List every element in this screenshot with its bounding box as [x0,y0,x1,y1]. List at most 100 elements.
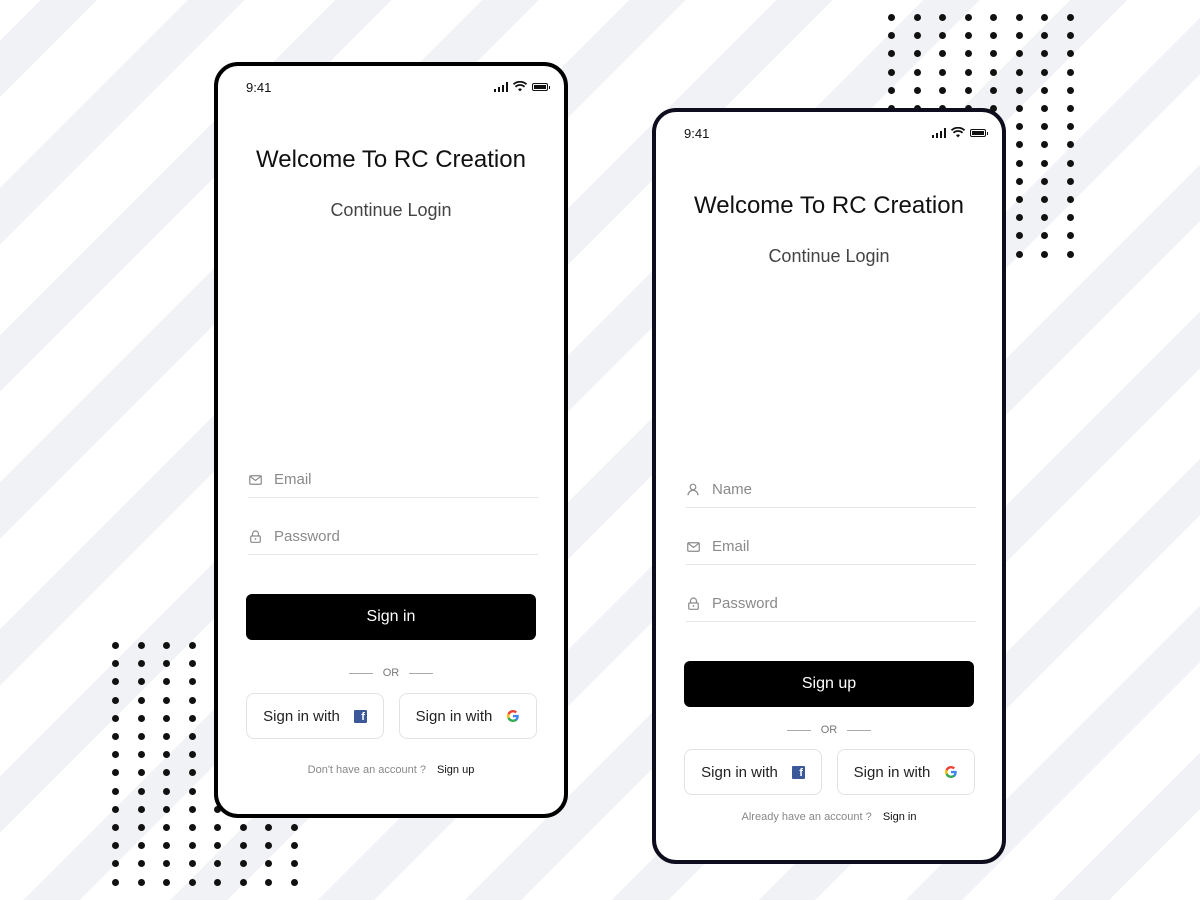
decorative-dot [112,733,119,740]
name-field[interactable] [686,472,976,508]
email-field[interactable] [248,462,538,498]
decorative-dot [163,842,170,850]
decorative-dot [913,86,921,94]
decorative-dot [163,824,170,831]
decorative-dot [1041,14,1048,21]
decorative-dot [163,751,170,759]
sign-up-button[interactable]: Sign up [684,661,974,707]
welcome-title: Welcome To RC Creation [694,192,964,219]
decorative-dot [888,50,895,58]
decorative-dot [163,805,170,813]
decorative-dot [137,751,145,759]
decorative-dot [1015,214,1023,222]
decorative-dot [112,678,119,686]
divider-line [786,729,811,731]
decorative-dot [163,678,170,686]
decorative-dot [990,32,997,40]
decorative-dot [1041,123,1048,131]
decorative-dot [112,751,119,759]
decorative-dot [1015,232,1023,240]
facebook-sign-in-button[interactable]: Sign in with f [684,749,822,795]
facebook-sign-in-button[interactable]: Sign in with f [246,693,384,739]
decorative-dot [1041,177,1048,185]
or-divider: OR [656,724,1002,736]
wifi-icon [513,81,527,92]
decorative-dot [1015,68,1023,76]
sign-in-link[interactable]: Sign in [883,811,917,823]
decorative-dot [290,824,298,831]
or-text: OR [820,724,838,736]
divider-line [409,672,434,674]
decorative-dot [188,805,196,813]
email-field[interactable] [686,529,976,565]
decorative-dot [239,842,247,850]
password-input[interactable] [274,528,538,545]
decorative-dot [939,50,946,58]
decorative-dot [137,878,145,886]
decorative-dot [137,842,145,850]
decorative-dot [188,751,196,759]
name-input[interactable] [712,481,976,498]
decorative-dot [1066,32,1074,40]
google-sign-in-button[interactable]: Sign in with [399,693,537,739]
welcome-title: Welcome To RC Creation [256,146,526,173]
sign-up-link[interactable]: Sign up [437,764,474,776]
footer-text: Already have an account ? [741,811,872,823]
decorative-dot [163,787,170,795]
status-bar: 9:41 [656,124,1002,144]
status-time: 9:41 [684,126,710,141]
decorative-dot [964,14,972,21]
decorative-dot [137,860,145,868]
password-field[interactable] [248,519,538,555]
decorative-dot [1041,86,1048,94]
decorative-dot [939,68,946,76]
decorative-dot [888,14,895,21]
decorative-dot [1015,177,1023,185]
decorative-dot [188,769,196,777]
decorative-dot [112,805,119,813]
footer-text: Don't have an account ? [307,764,426,776]
status-icons [493,81,550,92]
decorative-dot [1015,196,1023,203]
email-input[interactable] [712,538,976,555]
user-icon [686,483,700,497]
decorative-dot [1066,14,1074,21]
decorative-dot [163,733,170,740]
decorative-dot [163,696,170,704]
decorative-dot [964,32,972,40]
battery-icon [532,83,550,91]
decorative-dot [1041,232,1048,240]
password-input[interactable] [712,595,976,612]
decorative-dot [137,678,145,686]
decorative-dot [1066,250,1074,258]
decorative-dot [1066,68,1074,76]
sign-in-button[interactable]: Sign in [246,594,536,640]
decorative-dot [1041,250,1048,258]
decorative-dot [1015,159,1023,167]
decorative-dot [1066,232,1074,240]
decorative-dot [1066,141,1074,149]
decorative-dot [137,660,145,668]
footer: Already have an account ? Sign in [656,811,1002,823]
decorative-dot [1066,214,1074,222]
decorative-dot [888,86,895,94]
decorative-dot [939,14,946,21]
login-phone-mockup: 9:41 Welcome To RC Creation Continue Log… [214,62,568,818]
decorative-dot [188,824,196,831]
google-sign-in-button[interactable]: Sign in with [837,749,975,795]
google-icon [945,765,958,779]
decorative-dot [137,824,145,831]
decorative-dot [137,642,145,649]
decorative-dot [239,860,247,868]
decorative-dot [964,50,972,58]
password-field[interactable] [686,586,976,622]
wifi-icon [951,127,965,138]
decorative-dot [265,824,272,831]
decorative-dot [188,860,196,868]
decorative-dot [188,642,196,649]
facebook-button-label: Sign in with [263,707,340,725]
decorative-dot [137,769,145,777]
decorative-dot [1041,68,1048,76]
decorative-dot [939,86,946,94]
email-input[interactable] [274,471,538,488]
